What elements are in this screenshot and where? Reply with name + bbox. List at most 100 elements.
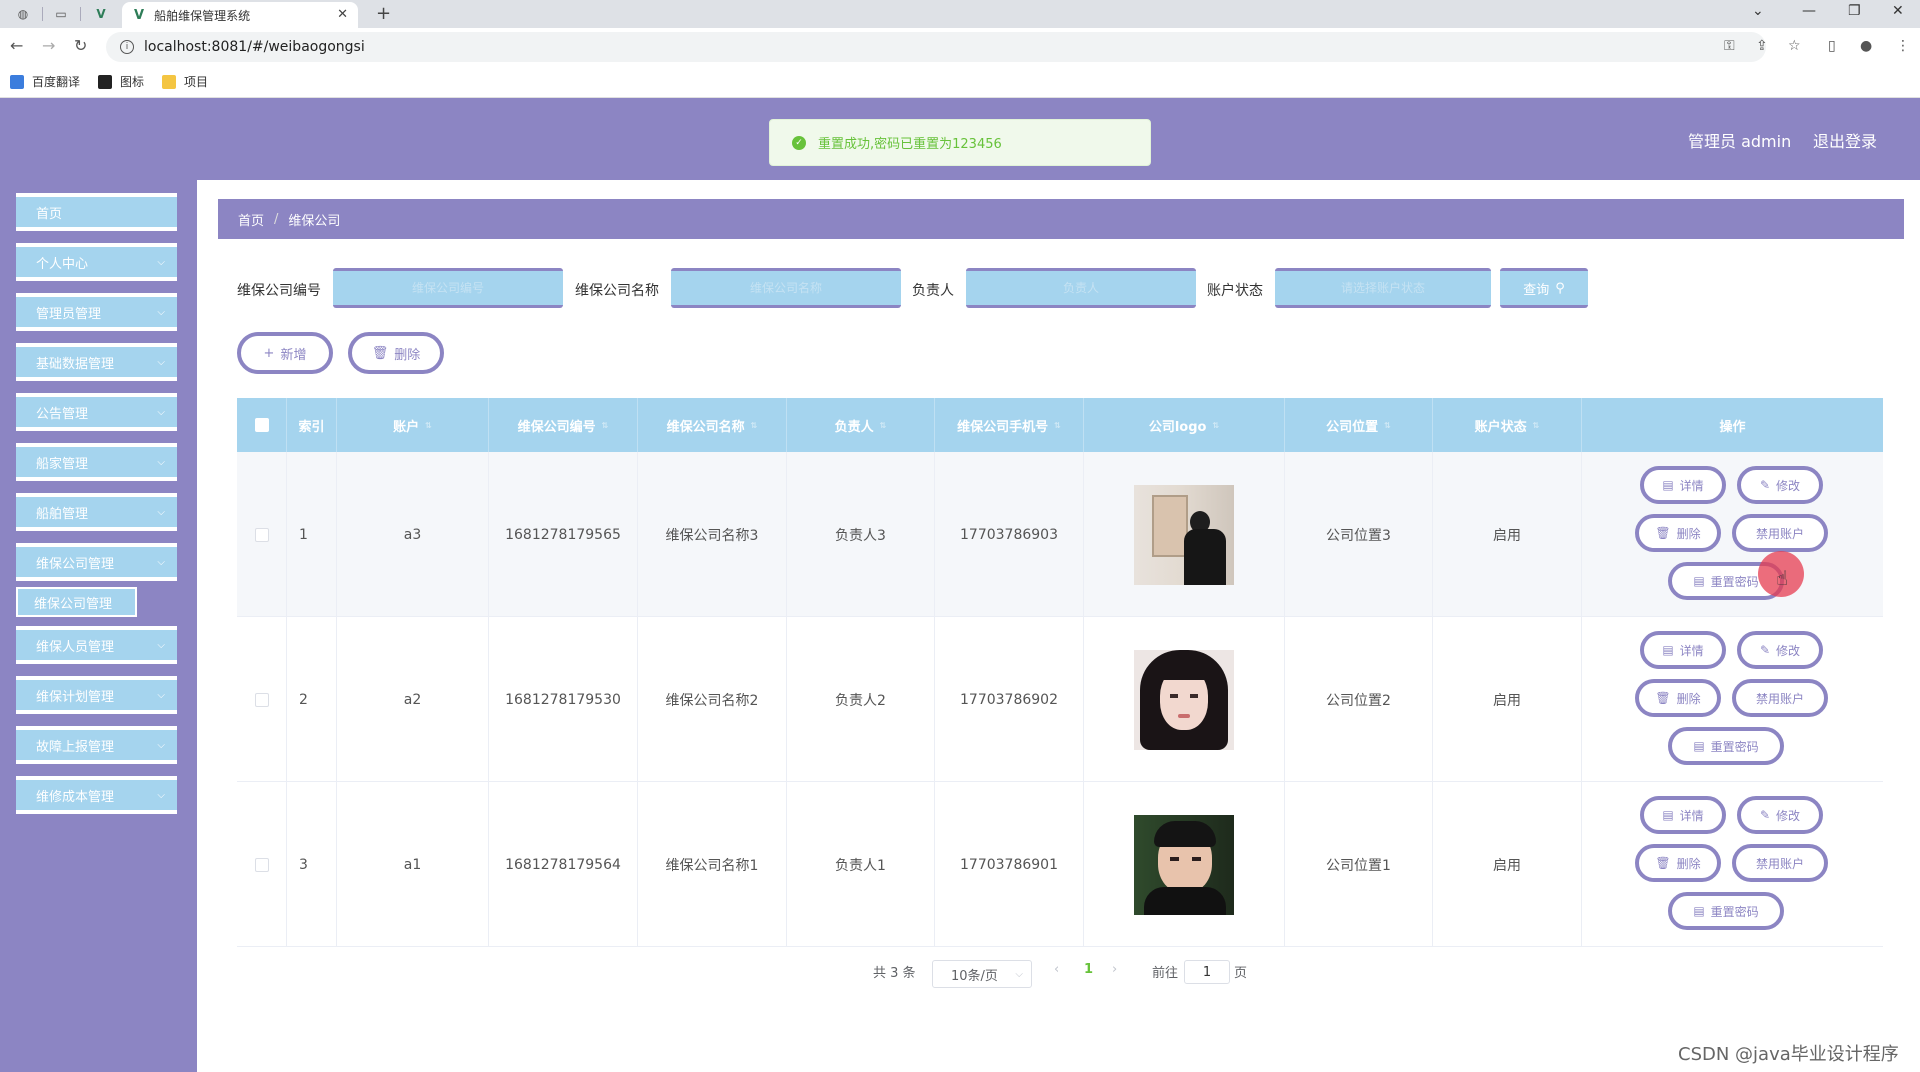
delete-button[interactable]: 🗑 删除	[1635, 679, 1721, 717]
col-status[interactable]: 账户状态 ⇅	[1433, 398, 1582, 452]
url-input[interactable]: i localhost:8081/#/weibaogongsi	[106, 32, 1766, 62]
globe-icon[interactable]: ◍	[14, 5, 32, 23]
sidebar-item-repair-cost[interactable]: 维修成本管理 ⌵	[16, 776, 177, 814]
profile-avatar-icon[interactable]: ●	[1860, 38, 1872, 54]
sidebar-item-maintenance-plan[interactable]: 维保计划管理 ⌵	[16, 676, 177, 714]
sidebar-item-profile[interactable]: 个人中心 ⌵	[16, 243, 177, 281]
col-name[interactable]: 维保公司名称 ⇅	[638, 398, 787, 452]
page-number-current[interactable]: 1	[1084, 962, 1093, 977]
page-size-select[interactable]: 10条/页 ⌵	[932, 960, 1032, 988]
reload-icon[interactable]: ↻	[74, 36, 87, 55]
back-arrow-icon[interactable]: ←	[10, 36, 23, 55]
sort-icon[interactable]: ⇅	[880, 421, 887, 430]
close-window-icon[interactable]: ✕	[1892, 3, 1904, 19]
document-icon: ▤	[1693, 904, 1705, 918]
chevron-down-icon: ⌵	[157, 690, 165, 701]
col-owner[interactable]: 负责人 ⇅	[787, 398, 935, 452]
logout-link[interactable]: 退出登录	[1813, 128, 1877, 152]
cell-account: a3	[337, 452, 489, 617]
filter-name-input[interactable]	[671, 268, 901, 308]
col-location[interactable]: 公司位置 ⇅	[1285, 398, 1433, 452]
row-checkbox-cell[interactable]	[237, 782, 287, 947]
filter-status-select[interactable]	[1275, 268, 1491, 308]
col-account[interactable]: 账户 ⇅	[337, 398, 489, 452]
browser-tab-active[interactable]: V 船舶维保管理系统 ✕	[122, 2, 358, 28]
row-checkbox-cell[interactable]	[237, 452, 287, 617]
table-row[interactable]: 1 a3 1681278179565 维保公司名称3 负责人3 17703786…	[237, 452, 1883, 617]
sidebar-item-fault-report[interactable]: 故障上报管理 ⌵	[16, 726, 177, 764]
delete-button[interactable]: 🗑 删除	[1635, 844, 1721, 882]
next-page-icon[interactable]: ›	[1112, 962, 1117, 977]
batch-delete-button[interactable]: 🗑 删除	[348, 332, 444, 374]
sidebar-item-home[interactable]: 首页	[16, 193, 177, 231]
forward-arrow-icon[interactable]: →	[42, 36, 55, 55]
col-logo[interactable]: 公司logo ⇅	[1084, 398, 1285, 452]
col-phone[interactable]: 维保公司手机号 ⇅	[935, 398, 1084, 452]
row-checkbox[interactable]	[254, 692, 269, 707]
vue-tab-icon[interactable]: V	[92, 5, 110, 23]
company-logo-image[interactable]	[1134, 649, 1234, 750]
search-icon: ⚲	[1555, 280, 1565, 296]
reset-password-button[interactable]: ▤ 重置密码	[1668, 727, 1784, 765]
goto-page-input[interactable]: 1	[1184, 960, 1230, 984]
sidebar-subitem-maintenance-company[interactable]: 维保公司管理	[16, 587, 137, 617]
reset-password-button[interactable]: ▤ 重置密码	[1668, 892, 1784, 930]
bookmark-icons[interactable]: 图标	[98, 73, 144, 90]
sort-icon[interactable]: ⇅	[602, 421, 609, 430]
delete-button[interactable]: 🗑 删除	[1635, 514, 1721, 552]
disable-account-button[interactable]: 禁用账户	[1732, 514, 1828, 552]
search-button[interactable]: 查询 ⚲	[1500, 268, 1588, 308]
prev-page-icon[interactable]: ‹	[1054, 962, 1059, 977]
filter-code-input[interactable]	[333, 268, 563, 308]
company-logo-image[interactable]	[1134, 814, 1234, 915]
row-checkbox[interactable]	[254, 857, 269, 872]
breadcrumb-home[interactable]: 首页	[238, 210, 264, 229]
star-icon[interactable]: ☆	[1788, 38, 1801, 54]
sort-icon[interactable]: ⇅	[425, 421, 432, 430]
share-icon[interactable]: ⇪	[1756, 38, 1768, 54]
tab-favicon-icon[interactable]: ▭	[52, 5, 70, 23]
disable-account-button[interactable]: 禁用账户	[1732, 844, 1828, 882]
add-button[interactable]: + 新增	[237, 332, 333, 374]
sort-icon[interactable]: ⇅	[1054, 421, 1061, 430]
col-code[interactable]: 维保公司编号 ⇅	[489, 398, 638, 452]
kebab-menu-icon[interactable]: ⋮	[1896, 38, 1910, 54]
detail-button[interactable]: ▤ 详情	[1640, 796, 1726, 834]
sidebar-item-maintenance-staff[interactable]: 维保人员管理 ⌵	[16, 626, 177, 664]
sort-icon[interactable]: ⇅	[1533, 421, 1540, 430]
minimize-icon[interactable]: —	[1802, 3, 1816, 19]
cell-location: 公司位置2	[1285, 617, 1433, 782]
select-all-cell[interactable]	[237, 398, 287, 452]
table-row[interactable]: 2 a2 1681278179530 维保公司名称2 负责人2 17703786…	[237, 617, 1883, 782]
sort-icon[interactable]: ⇅	[1384, 421, 1391, 430]
company-logo-image[interactable]	[1134, 484, 1234, 585]
new-tab-plus-icon[interactable]: +	[376, 3, 391, 24]
detail-button[interactable]: ▤ 详情	[1640, 466, 1726, 504]
edit-button[interactable]: ✎ 修改	[1737, 631, 1823, 669]
site-info-icon[interactable]: i	[120, 40, 134, 54]
sidebar-item-ship[interactable]: 船舶管理 ⌵	[16, 493, 177, 531]
detail-button[interactable]: ▤ 详情	[1640, 631, 1726, 669]
tab-close-icon[interactable]: ✕	[337, 7, 348, 22]
disable-account-button[interactable]: 禁用账户	[1732, 679, 1828, 717]
filter-owner-input[interactable]	[966, 268, 1196, 308]
sidebar-item-basic-data[interactable]: 基础数据管理 ⌵	[16, 343, 177, 381]
select-all-checkbox[interactable]	[254, 418, 269, 432]
row-checkbox[interactable]	[254, 527, 269, 542]
table-row[interactable]: 3 a1 1681278179564 维保公司名称1 负责人1 17703786…	[237, 782, 1883, 947]
edit-button[interactable]: ✎ 修改	[1737, 796, 1823, 834]
sidebar-item-maintenance-company[interactable]: 维保公司管理 ⌵	[16, 543, 177, 581]
sort-icon[interactable]: ⇅	[1212, 421, 1219, 430]
sidepanel-icon[interactable]: ▯	[1828, 38, 1836, 54]
sidebar-item-ship-owner[interactable]: 船家管理 ⌵	[16, 443, 177, 481]
row-checkbox-cell[interactable]	[237, 617, 287, 782]
edit-button[interactable]: ✎ 修改	[1737, 466, 1823, 504]
key-icon[interactable]: ⚿	[1724, 38, 1735, 54]
sidebar-item-admin[interactable]: 管理员管理 ⌵	[16, 293, 177, 331]
sidebar-item-notice[interactable]: 公告管理 ⌵	[16, 393, 177, 431]
restore-icon[interactable]: ❐	[1848, 3, 1861, 19]
sort-icon[interactable]: ⇅	[751, 421, 758, 430]
tab-search-chevron-icon[interactable]: ⌄	[1752, 3, 1764, 19]
bookmark-baidu-translate[interactable]: 百度翻译	[10, 73, 80, 90]
bookmark-project[interactable]: 项目	[162, 73, 208, 90]
